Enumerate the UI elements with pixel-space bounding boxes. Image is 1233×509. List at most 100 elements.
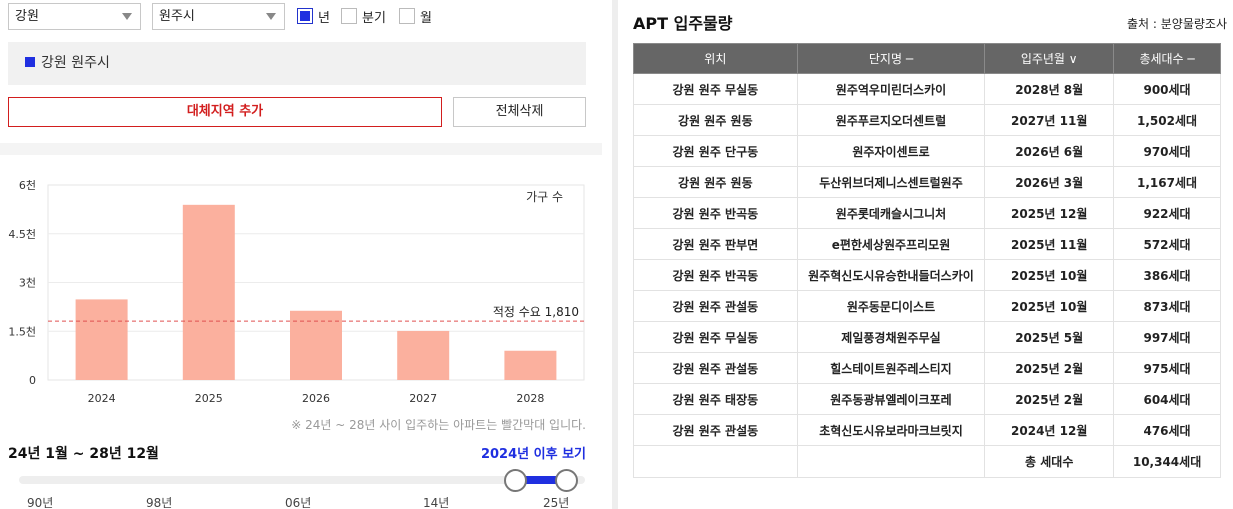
table-row[interactable]: 강원 원주 반곡동 원주혁신도시유승한내들더스카이 2025년 10월 386세대 bbox=[633, 259, 1221, 291]
cell-total-households: 1,167세대 bbox=[1113, 166, 1221, 198]
panel-divider bbox=[612, 0, 618, 509]
cell-complex-name: 원주역우미린더스카이 bbox=[796, 73, 986, 105]
total-empty-cell bbox=[633, 445, 798, 478]
range-title: 24년 1월 ~ 28년 12월 bbox=[8, 446, 159, 462]
bar bbox=[182, 204, 235, 380]
x-tick-label: 2027 bbox=[409, 392, 437, 405]
table-total-row: 총 세대수 10,344세대 bbox=[633, 445, 1221, 478]
supply-chart: 0 1.5천 3천 4.5천 6천 2024 2025 2026 2027 2028 적정 수요 1… bbox=[0, 170, 602, 410]
cell-total-households: 386세대 bbox=[1113, 259, 1221, 291]
delete-all-button[interactable]: 전체삭제 bbox=[453, 97, 586, 127]
column-header-complex-name[interactable]: 단지명 ─ bbox=[796, 43, 986, 74]
city-select[interactable]: 원주시 bbox=[152, 3, 285, 30]
cell-move-in-date: 2025년 12월 bbox=[984, 197, 1115, 229]
cell-complex-name: 원주푸르지오더센트럴 bbox=[796, 104, 986, 136]
bar bbox=[397, 330, 450, 380]
cell-location: 강원 원주 단구동 bbox=[633, 135, 798, 167]
table-row[interactable]: 강원 원주 관설동 초혁신도시유보라마크브릿지 2024년 12월 476세대 bbox=[633, 414, 1221, 446]
cell-complex-name: 초혁신도시유보라마크브릿지 bbox=[796, 414, 986, 446]
cell-location: 강원 원주 판부면 bbox=[633, 228, 798, 260]
table-row[interactable]: 강원 원주 무실동 원주역우미린더스카이 2028년 8월 900세대 bbox=[633, 73, 1221, 105]
cell-move-in-date: 2024년 12월 bbox=[984, 414, 1115, 446]
cell-move-in-date: 2025년 11월 bbox=[984, 228, 1115, 260]
cell-location: 강원 원주 원동 bbox=[633, 166, 798, 198]
cell-total-households: 900세대 bbox=[1113, 73, 1221, 105]
column-header-move-in-date[interactable]: 입주년월 ∨ bbox=[984, 43, 1115, 74]
range-end-handle[interactable] bbox=[555, 469, 579, 492]
province-select[interactable]: 강원 bbox=[8, 3, 141, 30]
slider-tick-label: 06년 bbox=[285, 496, 312, 509]
cell-location: 강원 원주 반곡동 bbox=[633, 259, 798, 291]
cell-complex-name: 원주자이센트로 bbox=[796, 135, 986, 167]
x-tick-label: 2024 bbox=[88, 392, 116, 405]
y-tick-label: 3천 bbox=[19, 276, 36, 290]
cell-complex-name: 원주롯데캐슬시그니처 bbox=[796, 197, 986, 229]
region-color-square-icon bbox=[25, 57, 35, 67]
checkbox-icon bbox=[399, 8, 415, 24]
y-tick-label: 0 bbox=[29, 374, 36, 387]
total-empty-cell bbox=[796, 445, 986, 478]
cell-move-in-date: 2026년 6월 bbox=[984, 135, 1115, 167]
year-range-slider-track[interactable] bbox=[19, 476, 585, 484]
legend-label: 가구 수 bbox=[526, 190, 563, 204]
table-row[interactable]: 강원 원주 반곡동 원주롯데캐슬시그니처 2025년 12월 922세대 bbox=[633, 197, 1221, 229]
cell-total-households: 873세대 bbox=[1113, 290, 1221, 322]
table-row[interactable]: 강원 원주 판부면 e편한세상원주프리모원 2025년 11월 572세대 bbox=[633, 228, 1221, 260]
cell-total-households: 1,502세대 bbox=[1113, 104, 1221, 136]
period-year-checkbox[interactable]: 년 bbox=[297, 7, 330, 26]
cell-move-in-date: 2026년 3월 bbox=[984, 166, 1115, 198]
cell-complex-name: 원주혁신도시유승한내들더스카이 bbox=[796, 259, 986, 291]
y-tick-label: 4.5천 bbox=[8, 227, 36, 241]
supply-chart-svg: 0 1.5천 3천 4.5천 6천 2024 2025 2026 2027 2028 적정 수요 1… bbox=[8, 178, 585, 405]
column-header-location: 위치 bbox=[633, 43, 798, 74]
total-value: 10,344세대 bbox=[1113, 445, 1221, 478]
selected-region-bar: 강원 원주시 bbox=[8, 42, 586, 85]
table-row[interactable]: 강원 원주 원동 두산위브더제니스센트럴원주 2026년 3월 1,167세대 bbox=[633, 166, 1221, 198]
chart-note: ※ 24년 ~ 28년 사이 입주하는 아파트는 빨간막대 입니다. bbox=[291, 418, 586, 432]
add-alternate-region-button[interactable]: 대체지역 추가 bbox=[8, 97, 442, 127]
x-tick-label: 2026 bbox=[302, 392, 330, 405]
table-row[interactable]: 강원 원주 관설동 원주동문디이스트 2025년 10월 873세대 bbox=[633, 290, 1221, 322]
period-month-label: 월 bbox=[420, 10, 432, 26]
table-row[interactable]: 강원 원주 태장동 원주동광뷰엘레이크포레 2025년 2월 604세대 bbox=[633, 383, 1221, 415]
table-row[interactable]: 강원 원주 단구동 원주자이센트로 2026년 6월 970세대 bbox=[633, 135, 1221, 167]
cell-move-in-date: 2025년 10월 bbox=[984, 290, 1115, 322]
left-panel: 강원 원주시 년 분기 월 강원 원주시 대체지역 추가 전체삭제 0 1.5천 3… bbox=[0, 0, 602, 509]
cell-total-households: 572세대 bbox=[1113, 228, 1221, 260]
checkbox-icon bbox=[341, 8, 357, 24]
cell-move-in-date: 2025년 2월 bbox=[984, 352, 1115, 384]
apt-supply-title: APT 입주물량 bbox=[633, 14, 733, 33]
period-quarter-label: 분기 bbox=[362, 10, 386, 26]
cell-total-households: 476세대 bbox=[1113, 414, 1221, 446]
period-year-label: 년 bbox=[318, 10, 330, 26]
total-label: 총 세대수 bbox=[984, 445, 1115, 478]
section-separator bbox=[0, 143, 602, 155]
cell-location: 강원 원주 원동 bbox=[633, 104, 798, 136]
chevron-down-icon bbox=[266, 13, 276, 20]
slider-tick-label: 90년 bbox=[27, 496, 54, 509]
table-row[interactable]: 강원 원주 관설동 힐스테이트원주레스티지 2025년 2월 975세대 bbox=[633, 352, 1221, 384]
column-header-total-households[interactable]: 총세대수 ─ bbox=[1113, 43, 1221, 74]
city-select-value: 원주시 bbox=[159, 9, 195, 24]
cell-complex-name: 원주동문디이스트 bbox=[796, 290, 986, 322]
cell-location: 강원 원주 관설동 bbox=[633, 414, 798, 446]
x-tick-label: 2025 bbox=[195, 392, 223, 405]
cell-move-in-date: 2028년 8월 bbox=[984, 73, 1115, 105]
table-row[interactable]: 강원 원주 무실동 제일풍경채원주무실 2025년 5월 997세대 bbox=[633, 321, 1221, 353]
cell-move-in-date: 2027년 11월 bbox=[984, 104, 1115, 136]
range-start-handle[interactable] bbox=[504, 469, 528, 492]
cell-location: 강원 원주 관설동 bbox=[633, 290, 798, 322]
x-tick-label: 2028 bbox=[516, 392, 544, 405]
province-select-value: 강원 bbox=[15, 9, 39, 24]
cell-total-households: 970세대 bbox=[1113, 135, 1221, 167]
period-month-checkbox[interactable]: 월 bbox=[399, 7, 432, 26]
table-row[interactable]: 강원 원주 원동 원주푸르지오더센트럴 2027년 11월 1,502세대 bbox=[633, 104, 1221, 136]
cell-location: 강원 원주 반곡동 bbox=[633, 197, 798, 229]
cell-complex-name: e편한세상원주프리모원 bbox=[796, 228, 986, 260]
view-after-2024-link[interactable]: 2024년 이후 보기 bbox=[481, 443, 586, 462]
cell-complex-name: 제일풍경채원주무실 bbox=[796, 321, 986, 353]
y-tick-label: 6천 bbox=[19, 178, 36, 192]
slider-tick-label: 25년 bbox=[543, 496, 570, 509]
period-quarter-checkbox[interactable]: 분기 bbox=[341, 7, 386, 26]
bar bbox=[504, 350, 557, 380]
